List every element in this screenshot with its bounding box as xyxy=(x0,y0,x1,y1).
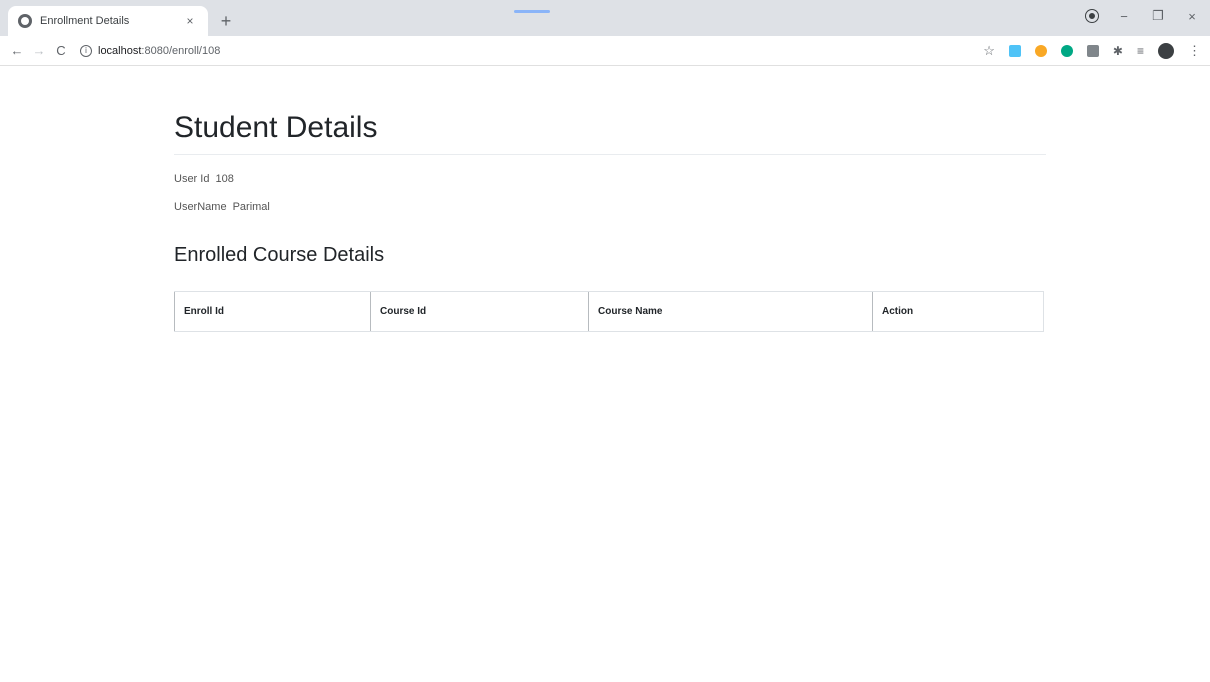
back-button[interactable]: ← xyxy=(6,43,28,58)
extensions-area: ☆ ✱ ≡ ⋮ xyxy=(983,42,1201,59)
section-title: Enrolled Course Details xyxy=(174,244,385,266)
table-header-row: Enroll Id Course Id Course Name Action xyxy=(174,291,1044,332)
username-label: UserName xyxy=(174,201,227,213)
new-tab-button[interactable]: + xyxy=(214,9,238,33)
maximize-button[interactable]: ❐ xyxy=(1150,8,1166,24)
main-content: Student Details User Id 108 UserName Parim… xyxy=(174,66,1046,332)
column-header-action: Action xyxy=(872,291,1044,332)
extension-3-icon[interactable] xyxy=(1060,44,1073,57)
tab-title: Enrollment Details xyxy=(40,15,130,27)
url-host: localhost xyxy=(98,44,142,57)
column-header-enroll-id: Enroll Id xyxy=(174,291,371,332)
close-window-button[interactable]: × xyxy=(1184,9,1200,24)
title-divider xyxy=(174,154,1046,155)
page-title: Student Details xyxy=(174,111,378,144)
column-header-course-name: Course Name xyxy=(588,291,873,332)
user-id-row: User Id 108 xyxy=(174,173,1046,185)
user-id-value: 108 xyxy=(215,173,234,185)
address-bar[interactable]: i localhost:8080/enroll/108 xyxy=(80,40,983,62)
url-text[interactable]: localhost:8080/enroll/108 xyxy=(98,45,220,57)
window-controls: − ❐ × xyxy=(1086,8,1200,24)
url-path: :8080/enroll/108 xyxy=(141,44,221,57)
extensions-puzzle-icon[interactable]: ✱ xyxy=(1113,44,1123,58)
extension-2-icon[interactable] xyxy=(1034,44,1047,57)
tab-strip: Enrollment Details × + − ❐ × xyxy=(0,0,1210,36)
enrolled-courses-table: Enroll Id Course Id Course Name Action xyxy=(174,291,1044,332)
bookmark-star-icon[interactable]: ☆ xyxy=(983,43,995,59)
column-header-course-id: Course Id xyxy=(370,291,589,332)
tab-close-icon[interactable]: × xyxy=(182,14,198,28)
username-row: UserName Parimal xyxy=(174,201,1046,213)
user-id-label: User Id xyxy=(174,173,210,185)
tab-search-indicator xyxy=(514,10,550,13)
extension-1-icon[interactable] xyxy=(1008,44,1021,57)
globe-icon xyxy=(18,14,32,28)
browser-toolbar: ← → C i localhost:8080/enroll/108 ☆ ✱ ≡ … xyxy=(0,36,1210,66)
username-value: Parimal xyxy=(232,201,270,213)
info-icon[interactable]: i xyxy=(80,44,92,57)
minimize-button[interactable]: − xyxy=(1116,9,1132,24)
forward-button[interactable]: → xyxy=(28,43,50,58)
extension-4-icon[interactable] xyxy=(1086,44,1099,57)
avatar[interactable] xyxy=(1158,42,1174,59)
profile-indicator-icon[interactable] xyxy=(1086,10,1098,22)
reload-button[interactable]: C xyxy=(50,43,72,58)
media-control-icon[interactable]: ≡ xyxy=(1137,44,1144,58)
browser-tab[interactable]: Enrollment Details × xyxy=(8,6,208,36)
browser-menu-icon[interactable]: ⋮ xyxy=(1188,43,1201,59)
